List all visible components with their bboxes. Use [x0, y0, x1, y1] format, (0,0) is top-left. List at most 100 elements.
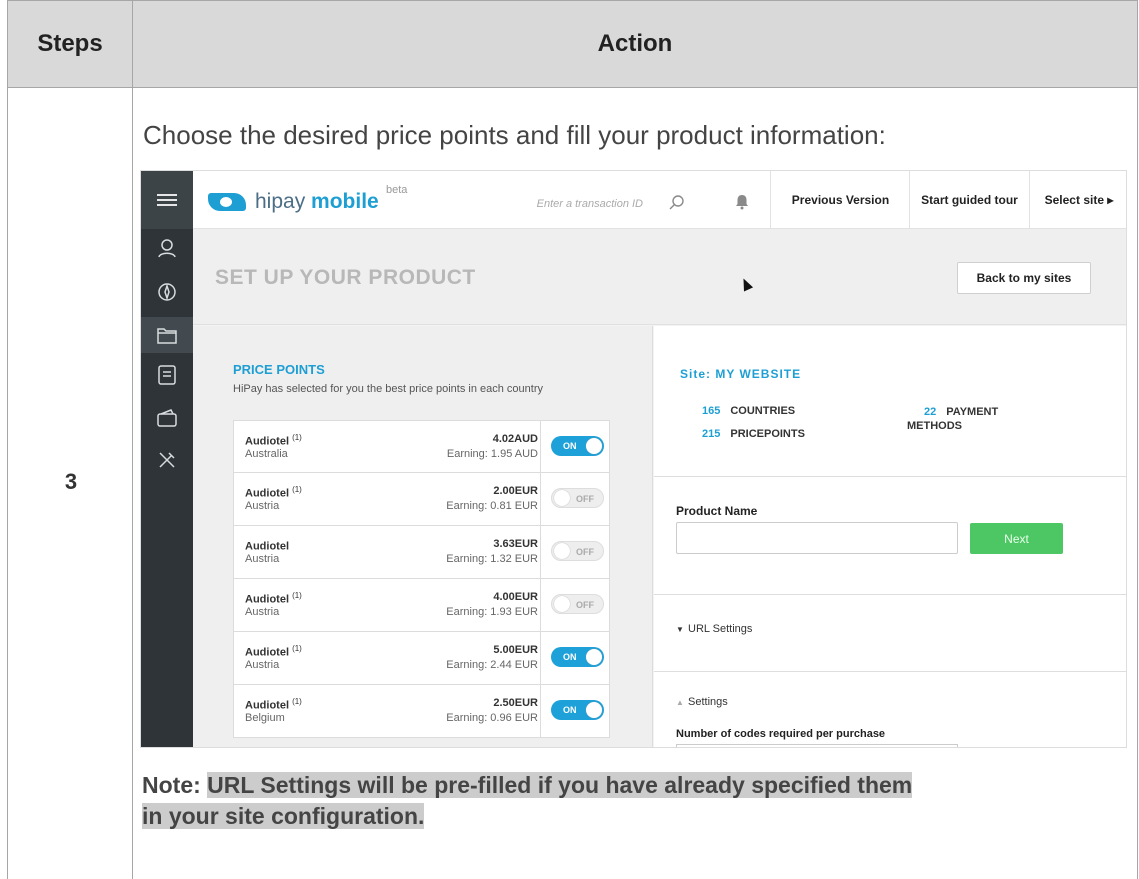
guided-tour-button[interactable]: Start guided tour: [909, 171, 1029, 229]
price-point-country: Australia: [245, 448, 288, 460]
payment-methods-stat: 22 PAYMENT METHODS: [907, 406, 999, 432]
product-settings-panel: Site: MY WEBSITE 165 COUNTRIES 215 PRICEPO…: [654, 326, 1126, 747]
caret-down-icon: ▼: [676, 625, 684, 634]
price-point-earning: Earning: 2.44 EUR: [446, 659, 538, 671]
price-point-row: Audiotel (1) Australia 4.02AUD Earning: 1.9…: [233, 420, 610, 473]
price-point-name: Audiotel (1): [245, 644, 302, 659]
tools-icon[interactable]: [155, 449, 179, 471]
toggle-knob: [586, 702, 602, 718]
price-point-toggle[interactable]: ON: [551, 700, 604, 720]
toggle-cell: ON: [540, 632, 610, 684]
app-screenshot: hipay mobile beta Previous Version Start…: [140, 170, 1127, 748]
price-point-name: Audiotel (1): [245, 591, 302, 606]
price-point-price: 4.00EUR: [493, 591, 538, 603]
compass-icon[interactable]: [155, 281, 179, 303]
toggle-cell: ON: [540, 685, 610, 737]
back-to-sites-button[interactable]: Back to my sites: [957, 262, 1091, 294]
wallet-icon[interactable]: [155, 407, 179, 429]
price-point-toggle[interactable]: ON: [551, 647, 604, 667]
url-settings-toggle[interactable]: ▼ URL Settings: [676, 623, 752, 635]
price-point-country: Austria: [245, 553, 280, 565]
toggle-knob: [554, 490, 570, 506]
folder-icon[interactable]: [155, 324, 179, 346]
note-body-1: URL Settings will be pre-filled if you h…: [207, 772, 913, 798]
steps-cell: 3: [7, 87, 133, 879]
toggle-label: ON: [563, 705, 577, 715]
settings-toggle[interactable]: ▲ Settings: [676, 696, 728, 708]
document-icon[interactable]: [155, 364, 179, 386]
toggle-knob: [554, 543, 570, 559]
select-site-button[interactable]: Select site ▸: [1029, 171, 1126, 229]
beta-badge: beta: [386, 184, 408, 196]
toggle-label: OFF: [576, 547, 594, 557]
price-point-earning: Earning: 1.93 EUR: [446, 606, 538, 618]
toggle-knob: [586, 438, 602, 454]
price-points-list: Audiotel (1) Australia 4.02AUD Earning: 1.9…: [233, 420, 610, 738]
price-point-toggle[interactable]: OFF: [551, 488, 604, 508]
price-point-price: 2.00EUR: [493, 485, 538, 497]
previous-version-button[interactable]: Previous Version: [770, 171, 910, 229]
caret-up-icon: ▲: [676, 698, 684, 707]
countries-stat: 165 COUNTRIES: [702, 405, 796, 417]
toggle-cell: OFF: [540, 579, 610, 631]
site-title: Site: MY WEBSITE: [680, 367, 802, 381]
price-point-price: 2.50EUR: [493, 697, 538, 709]
price-point-earning: Earning: 0.96 EUR: [446, 712, 538, 724]
bell-icon[interactable]: [735, 194, 751, 210]
price-point-country: Austria: [245, 500, 280, 512]
search-icon[interactable]: [669, 195, 685, 211]
pricepoints-stat: 215 PRICEPOINTS: [702, 428, 805, 440]
menu-icon: [157, 194, 177, 206]
price-point-country: Belgium: [245, 712, 285, 724]
price-point-row: Audiotel (1) Belgium 2.50EUR Earning: 0.96 …: [233, 685, 610, 738]
price-point-earning: Earning: 1.32 EUR: [446, 553, 538, 565]
note-label: Note:: [142, 772, 201, 798]
action-header: Action: [132, 0, 1138, 88]
divider: [654, 476, 1126, 477]
toggle-cell: OFF: [540, 526, 610, 578]
page-header: SET UP YOUR PRODUCT Back to my sites: [193, 229, 1126, 325]
instruction-table: Steps Action 3 Choose the desired price …: [0, 0, 1139, 879]
price-points-title: PRICE POINTS: [233, 362, 325, 377]
divider: [654, 671, 1126, 672]
codes-required-input[interactable]: [676, 744, 958, 747]
intro-text: Choose the desired price points and fill…: [143, 120, 886, 150]
toggle-knob: [554, 596, 570, 612]
price-point-price: 4.02AUD: [492, 433, 538, 445]
price-point-name: Audiotel (1): [245, 433, 302, 448]
price-point-row: Audiotel (1) Austria 2.00EUR Earning: 0.81 …: [233, 473, 610, 526]
price-point-toggle[interactable]: OFF: [551, 594, 604, 614]
toggle-label: OFF: [576, 494, 594, 504]
steps-header: Steps: [7, 0, 133, 88]
toggle-cell: ON: [540, 421, 610, 473]
app-logo: hipay mobile: [255, 190, 379, 213]
product-name-input[interactable]: [676, 522, 958, 554]
user-icon[interactable]: [155, 237, 179, 259]
price-point-price: 5.00EUR: [493, 644, 538, 656]
price-point-country: Austria: [245, 659, 280, 671]
sidebar-rail: [141, 171, 193, 747]
price-point-country: Austria: [245, 606, 280, 618]
price-point-toggle[interactable]: ON: [551, 436, 604, 456]
price-points-panel: PRICE POINTS HiPay has selected for you …: [193, 326, 653, 747]
menu-button[interactable]: [141, 171, 193, 229]
transaction-search-input[interactable]: [493, 195, 643, 213]
toggle-label: OFF: [576, 600, 594, 610]
next-button[interactable]: Next: [970, 523, 1063, 554]
toggle-knob: [586, 649, 602, 665]
price-point-row: Audiotel (1) Austria 5.00EUR Earning: 2.44 …: [233, 632, 610, 685]
price-point-earning: Earning: 1.95 AUD: [446, 448, 538, 460]
page-title: SET UP YOUR PRODUCT: [215, 266, 476, 289]
price-point-name: Audiotel (1): [245, 485, 302, 500]
price-point-name: Audiotel: [245, 540, 289, 553]
note-body-2: in your site configuration.: [142, 803, 425, 829]
price-points-subtitle: HiPay has selected for you the best pric…: [233, 383, 544, 395]
price-point-row: Audiotel Austria 3.63EUR Earning: 1.32 EUR…: [233, 526, 610, 579]
toggle-label: ON: [563, 652, 577, 662]
app-topbar: hipay mobile beta Previous Version Start…: [193, 171, 1126, 229]
divider: [654, 594, 1126, 595]
price-point-toggle[interactable]: OFF: [551, 541, 604, 561]
price-point-name: Audiotel (1): [245, 697, 302, 712]
price-point-price: 3.63EUR: [493, 538, 538, 550]
toggle-label: ON: [563, 441, 577, 451]
